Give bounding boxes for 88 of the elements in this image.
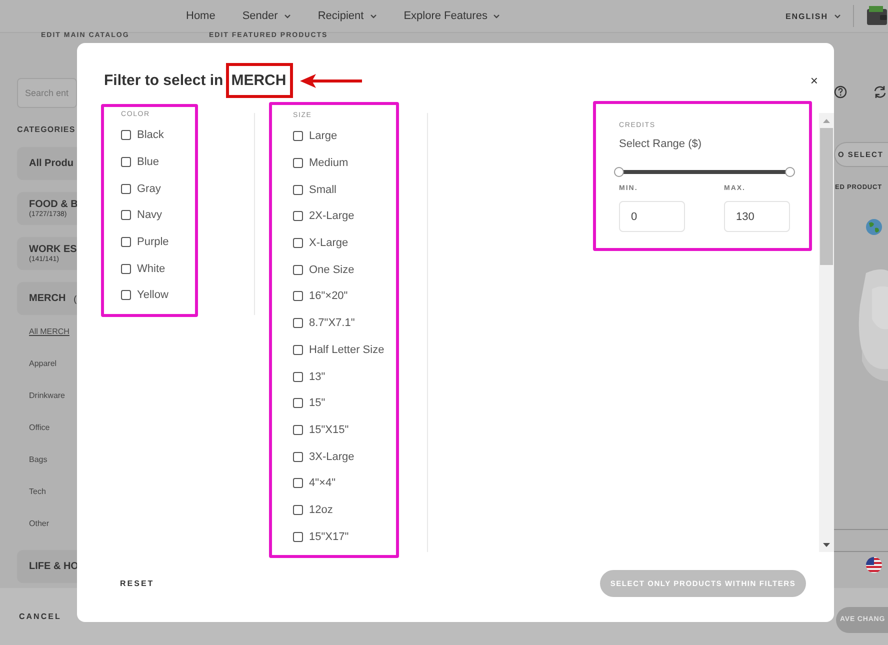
checkbox[interactable] (293, 211, 303, 222)
close-button[interactable]: × (810, 73, 818, 88)
option-label[interactable]: Blue (137, 156, 160, 168)
option-label[interactable]: 15"X15" (309, 424, 349, 436)
checkbox[interactable] (121, 184, 131, 194)
checkbox[interactable] (293, 291, 303, 302)
refresh-icon[interactable] (873, 84, 887, 100)
category-card[interactable]: All Produ (17, 147, 77, 180)
reset-button[interactable]: RESET (120, 578, 154, 588)
checkbox[interactable] (121, 210, 131, 220)
checkbox[interactable] (293, 238, 303, 248)
checkbox[interactable] (121, 157, 131, 168)
option-label[interactable]: White (137, 262, 166, 275)
nav-link[interactable]: Home (186, 10, 216, 22)
subcategory-link[interactable]: Office (29, 422, 50, 432)
checkbox[interactable] (293, 131, 303, 142)
option-label[interactable]: Large (309, 130, 338, 142)
category-name: MERCH (29, 293, 66, 304)
option-label[interactable]: Black (137, 129, 164, 142)
checkbox[interactable] (121, 264, 131, 274)
option-label[interactable]: 15"X17" (309, 530, 349, 543)
option-label[interactable]: Small (309, 184, 337, 196)
language-selector[interactable]: ENGLISH (785, 12, 841, 20)
min-field[interactable]: 0 (619, 201, 685, 232)
nav-link[interactable]: Sender (242, 10, 291, 22)
option-label[interactable]: Medium (309, 157, 348, 170)
subcategory-link[interactable]: All MERCH (29, 326, 70, 336)
checkbox[interactable] (293, 504, 303, 515)
highlight-frame: MERCH (226, 63, 294, 98)
flag-icon (866, 557, 882, 573)
section-heading: CATEGORIES (17, 125, 76, 134)
option-label[interactable]: Purple (137, 236, 169, 248)
range-label: Select Range ($) (619, 138, 703, 150)
annotation-arrow (298, 72, 364, 88)
subcategory-link[interactable]: Other (29, 518, 50, 528)
option-label[interactable]: 13" (309, 370, 326, 383)
max-field[interactable]: 130 (724, 201, 790, 232)
option-label[interactable]: Yellow (137, 289, 168, 302)
option-label[interactable]: Half Letter Size (309, 344, 384, 356)
option-label[interactable]: Navy (137, 209, 162, 222)
checkbox[interactable] (293, 184, 303, 195)
cancel-button[interactable]: CANCEL (19, 612, 62, 621)
checkbox[interactable] (293, 158, 303, 168)
checkbox[interactable] (121, 237, 131, 248)
option-label[interactable]: Gray (137, 182, 161, 195)
caret-icon (370, 14, 377, 18)
checkbox[interactable] (293, 478, 303, 488)
nav-link[interactable]: Explore Features (404, 10, 500, 22)
slider-thumb[interactable] (785, 167, 795, 177)
checkbox[interactable] (293, 452, 303, 462)
globe-icon (866, 219, 882, 235)
subcategory-link[interactable]: Drinkware (29, 390, 66, 400)
option-label[interactable]: 15" (309, 397, 326, 410)
checkbox[interactable] (293, 318, 303, 328)
option-label[interactable]: X-Large (309, 237, 348, 250)
checkbox[interactable] (293, 532, 303, 542)
subcategory-link[interactable]: Apparel (29, 358, 57, 368)
option-label[interactable]: 2X-Large (309, 210, 354, 222)
category-count: ( (74, 294, 77, 304)
option-label[interactable]: 4"×4" (309, 477, 336, 490)
option-label[interactable]: One Size (309, 264, 354, 276)
category-card[interactable]: MERCH ( (17, 282, 77, 315)
option-label[interactable]: 8.7"X7.1" (309, 317, 355, 330)
search-field[interactable]: Search ent (17, 78, 77, 108)
checkbox[interactable] (293, 372, 303, 382)
wallet-icon[interactable] (866, 6, 888, 26)
slider-thumb[interactable] (614, 167, 624, 177)
checkbox[interactable] (293, 424, 303, 435)
caret-icon (834, 14, 841, 18)
checkbox[interactable] (121, 290, 131, 300)
checkbox[interactable] (293, 264, 303, 275)
option-label[interactable]: 3X-Large (309, 450, 354, 463)
caret-icon (284, 14, 291, 18)
checkbox[interactable] (293, 344, 303, 355)
caret-icon (493, 14, 500, 18)
category-name: All Produ (29, 158, 74, 169)
category-name: WORK ES (29, 244, 77, 255)
category-name: FOOD & B (29, 199, 77, 210)
nav-link[interactable]: Recipient (318, 10, 377, 22)
option-label[interactable]: 12oz (309, 504, 333, 516)
subcategory-link[interactable]: Bags (29, 454, 48, 464)
checkbox[interactable] (293, 398, 303, 408)
subcategory-link[interactable]: Tech (29, 486, 46, 496)
option-label[interactable]: 16"×20" (309, 290, 348, 302)
help-icon[interactable] (834, 84, 847, 100)
checkbox[interactable] (121, 130, 131, 140)
modal-title: Filter to select in (104, 72, 224, 89)
range-slider[interactable] (614, 167, 795, 177)
